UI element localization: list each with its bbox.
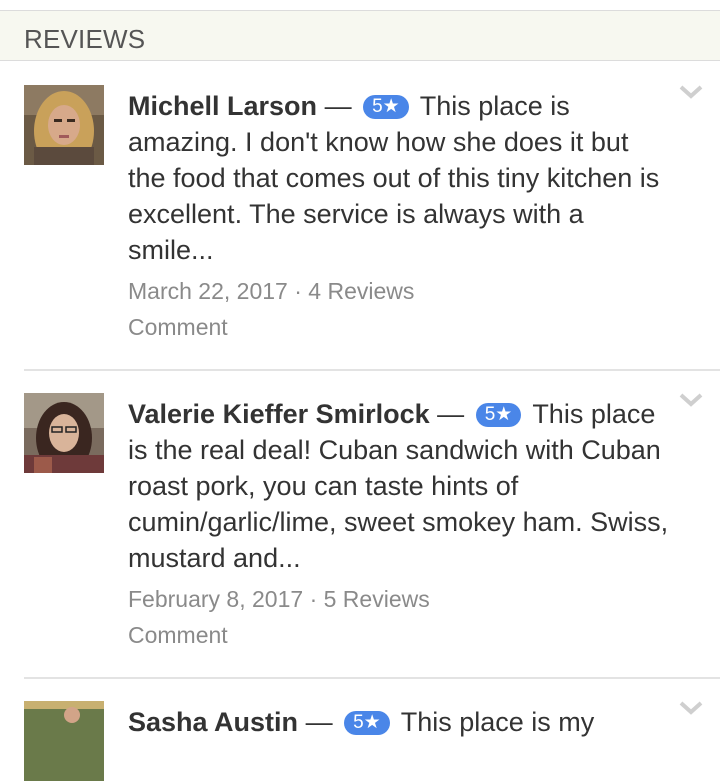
rating-badge: 5★ bbox=[363, 95, 409, 119]
meta-separator: · bbox=[309, 586, 318, 612]
comment-link[interactable]: Comment bbox=[128, 622, 228, 649]
reviewer-review-count[interactable]: 5 Reviews bbox=[324, 586, 430, 612]
name-dash: — bbox=[324, 91, 352, 121]
divider bbox=[24, 677, 720, 679]
reviews-section-header: REVIEWS bbox=[0, 11, 720, 61]
reviewer-review-count[interactable]: 4 Reviews bbox=[308, 278, 414, 304]
review-text-block: Michell Larson — 5★ This place is amazin… bbox=[128, 88, 673, 268]
avatar[interactable] bbox=[24, 701, 104, 781]
review-date: February 8, 2017 bbox=[128, 586, 304, 612]
review-date: March 22, 2017 bbox=[128, 278, 288, 304]
review-meta: March 22, 2017 · 4 Reviews bbox=[128, 278, 414, 305]
reviewer-name[interactable]: Valerie Kieffer Smirlock bbox=[128, 399, 430, 429]
reviewer-name[interactable]: Sasha Austin bbox=[128, 707, 298, 737]
chevron-down-icon[interactable] bbox=[676, 82, 706, 102]
avatar-photo bbox=[24, 393, 104, 473]
chevron-down-icon[interactable] bbox=[676, 698, 706, 718]
reviewer-name[interactable]: Michell Larson bbox=[128, 91, 317, 121]
avatar-photo bbox=[24, 85, 104, 165]
rating-badge: 5★ bbox=[475, 403, 522, 427]
name-dash: — bbox=[437, 399, 465, 429]
section-title: REVIEWS bbox=[24, 24, 146, 54]
review-text-block: Sasha Austin — 5★ This place is my bbox=[128, 704, 673, 740]
chevron-down-icon[interactable] bbox=[676, 390, 706, 410]
avatar[interactable] bbox=[24, 85, 104, 165]
avatar[interactable] bbox=[24, 393, 104, 473]
top-strip bbox=[0, 0, 720, 11]
avatar-photo bbox=[24, 701, 104, 781]
review-text[interactable]: This place is my bbox=[401, 707, 595, 737]
meta-separator: · bbox=[294, 278, 302, 304]
review-meta: February 8, 2017 · 5 Reviews bbox=[128, 586, 430, 613]
review-text-block: Valerie Kieffer Smirlock — 5★ This place… bbox=[128, 396, 673, 576]
divider bbox=[24, 369, 720, 371]
name-dash: — bbox=[305, 707, 333, 737]
comment-link[interactable]: Comment bbox=[128, 314, 228, 341]
rating-badge: 5★ bbox=[344, 711, 390, 735]
